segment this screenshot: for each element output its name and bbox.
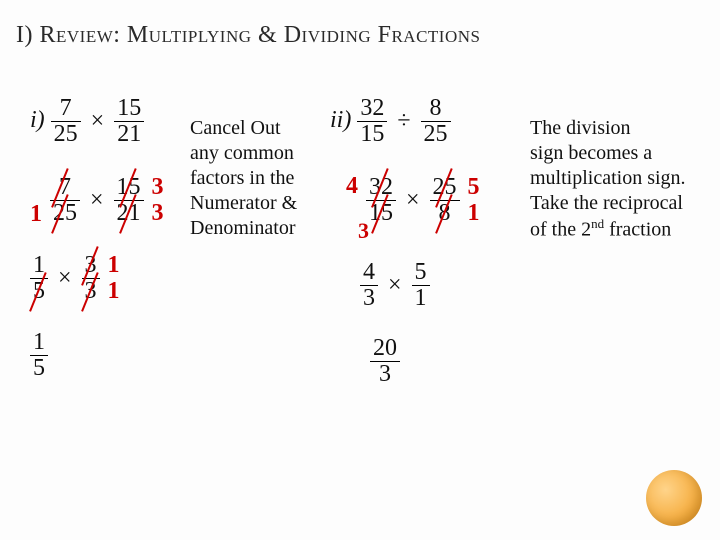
cancel-value: 1 xyxy=(108,252,120,278)
denominator: 15 xyxy=(366,201,396,226)
times-op: × xyxy=(87,108,109,135)
note-sup: nd xyxy=(591,216,604,231)
note-line: any common xyxy=(190,141,350,166)
numerator: 32 xyxy=(366,175,396,201)
denominator: 25 xyxy=(50,201,80,226)
p2-step3: 4 3 × 5 1 xyxy=(360,260,430,311)
note-left: Cancel Out any common factors in the Num… xyxy=(190,116,350,241)
frac: 15 21 xyxy=(114,96,144,147)
note-right: The division sign becomes a multiplicati… xyxy=(530,116,720,243)
p1-step1: i) 7 25 × 15 21 xyxy=(30,96,144,147)
note-line: sign becomes a xyxy=(530,141,720,166)
denominator: 3 xyxy=(82,279,100,304)
numerator: 20 xyxy=(370,336,400,362)
numerator: 15 xyxy=(114,96,144,122)
numerator: 5 xyxy=(412,260,430,286)
numerator: 7 xyxy=(50,175,80,201)
numerator: 32 xyxy=(357,96,387,122)
cancel-value: 1 xyxy=(30,201,44,228)
note-line: The division xyxy=(530,116,720,141)
frac: 3 3 xyxy=(82,253,100,304)
frac: 5 1 xyxy=(412,260,430,311)
cancel-value: 4 xyxy=(346,173,360,200)
cancel-pair: 5 1 xyxy=(466,174,480,227)
cancel-value: 1 xyxy=(108,278,120,304)
note-line: of the 2nd fraction xyxy=(530,216,720,243)
note-line: Cancel Out xyxy=(190,116,350,141)
denominator: 5 xyxy=(30,356,48,381)
times-op: × xyxy=(384,272,406,299)
numerator: 8 xyxy=(421,96,451,122)
decorative-circle-icon xyxy=(646,470,702,526)
p1-step3: 1 5 × 3 3 1 1 xyxy=(30,252,120,305)
denominator: 25 xyxy=(51,122,81,147)
frac: 32 15 xyxy=(366,175,396,226)
note-text: of the 2 xyxy=(530,219,591,241)
cancel-pair: 1 1 xyxy=(106,252,120,305)
numerator: 1 xyxy=(30,253,48,279)
cancel-value: 5 xyxy=(468,174,480,200)
frac: 1 5 xyxy=(30,330,48,381)
denominator: 3 xyxy=(360,286,378,311)
cancel-value: 3 xyxy=(152,200,164,226)
numerator: 1 xyxy=(30,330,48,356)
numerator: 25 xyxy=(430,175,460,201)
frac: 7 25 xyxy=(50,175,80,226)
frac: 20 3 xyxy=(370,336,400,387)
divide-op: ÷ xyxy=(393,108,414,135)
note-line: Denominator xyxy=(190,216,350,241)
frac: 8 25 xyxy=(421,96,451,147)
denominator: 21 xyxy=(114,201,144,226)
note-line: multiplication sign. xyxy=(530,166,720,191)
cancel-value: 3 xyxy=(358,218,369,244)
denominator: 3 xyxy=(370,362,400,387)
numerator: 7 xyxy=(51,96,81,122)
cancel-value: 3 xyxy=(152,174,164,200)
p1-step4: 1 5 xyxy=(30,330,48,381)
page-title: I) Review: Multiplying & Dividing Fracti… xyxy=(16,22,480,49)
p1-label: i) xyxy=(30,107,45,133)
p2-step4: 20 3 xyxy=(370,336,400,387)
note-line: Take the reciprocal xyxy=(530,191,720,216)
denominator: 21 xyxy=(114,122,144,147)
times-op: × xyxy=(402,187,424,214)
frac: 1 5 xyxy=(30,253,48,304)
note-line: Numerator & xyxy=(190,191,350,216)
frac: 25 8 xyxy=(430,175,460,226)
frac: 4 3 xyxy=(360,260,378,311)
denominator: 5 xyxy=(30,279,48,304)
denominator: 1 xyxy=(412,286,430,311)
frac: 15 21 xyxy=(114,175,144,226)
note-line: factors in the xyxy=(190,166,350,191)
frac: 32 15 xyxy=(357,96,387,147)
note-text: fraction xyxy=(604,219,671,241)
denominator: 8 xyxy=(430,201,460,226)
numerator: 3 xyxy=(82,253,100,279)
p2-step1: ii) 32 15 ÷ 8 25 xyxy=(330,96,451,147)
p2-label: ii) xyxy=(330,107,351,133)
cancel-value: 1 xyxy=(468,200,480,226)
times-op: × xyxy=(54,265,76,292)
frac: 7 25 xyxy=(51,96,81,147)
p1-step2: 1 7 25 × 15 21 3 3 xyxy=(30,174,164,227)
numerator: 4 xyxy=(360,260,378,286)
denominator: 15 xyxy=(357,122,387,147)
cancel-pair: 3 3 xyxy=(150,174,164,227)
denominator: 25 xyxy=(421,122,451,147)
times-op: × xyxy=(86,187,108,214)
numerator: 15 xyxy=(114,175,144,201)
